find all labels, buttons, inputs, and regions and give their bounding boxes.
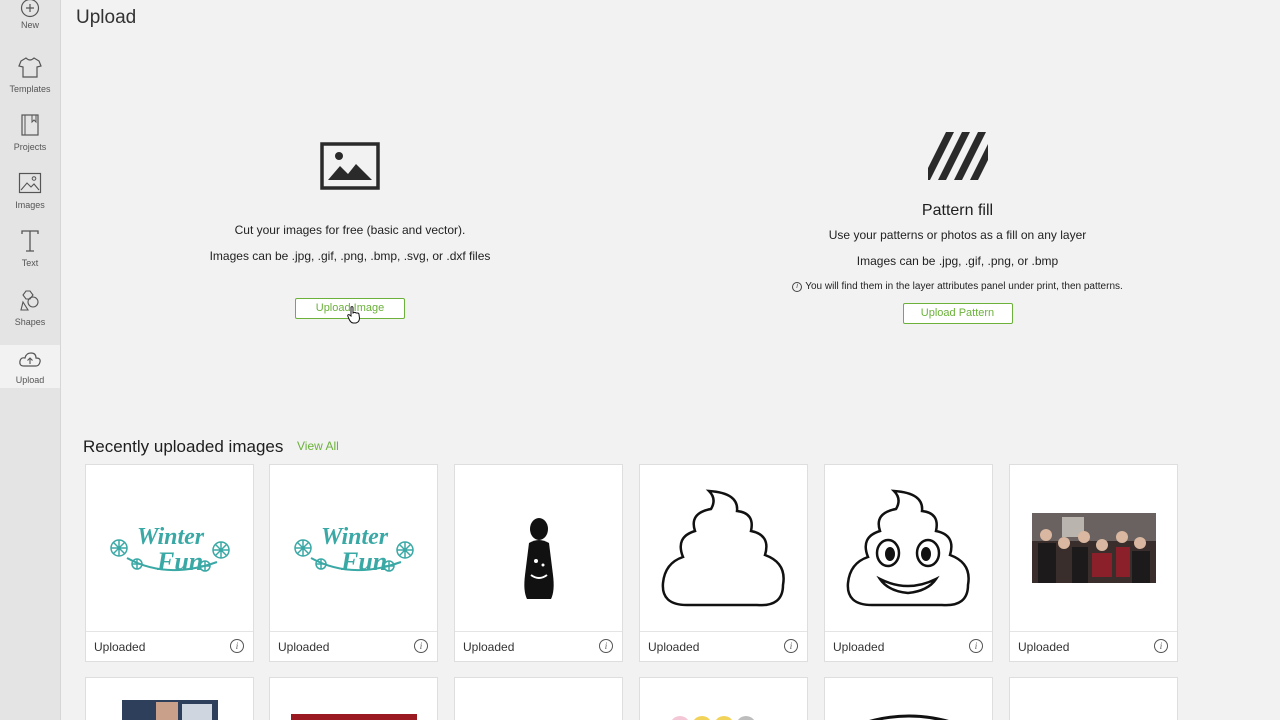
pattern-fill-section: Pattern fill Use your patterns or photos… (770, 132, 1145, 324)
shapes-icon (17, 287, 43, 313)
uploaded-image-card[interactable]: Uploaded i (454, 464, 623, 662)
sidebar-item-templates[interactable]: Templates (0, 52, 60, 108)
image-thumbnail-photo (291, 714, 417, 720)
sidebar: New Templates Projects Images Text Shape… (0, 0, 61, 720)
card-status: Uploaded (648, 640, 700, 654)
card-footer: Uploaded i (825, 631, 992, 661)
sidebar-item-label: New (20, 20, 39, 30)
image-thumbnail-winter-fun: Winter Fun (270, 465, 437, 631)
image-thumbnail-woman-silhouette (455, 465, 622, 631)
pattern-formats: Images can be .jpg, .gif, .png, or .bmp (856, 254, 1059, 268)
svg-text:Fun: Fun (340, 547, 387, 576)
card-status: Uploaded (94, 640, 146, 654)
card-footer: Uploaded i (270, 631, 437, 661)
uploaded-image-card[interactable] (824, 677, 993, 720)
upload-image-description: Cut your images for free (basic and vect… (234, 223, 466, 237)
uploaded-image-card[interactable]: Winter Fun Uploaded i (85, 464, 254, 662)
text-icon (17, 228, 43, 254)
image-thumbnail-poop-emoji (825, 465, 992, 631)
card-footer: Uploaded i (455, 631, 622, 661)
card-status: Uploaded (463, 640, 515, 654)
pattern-description: Use your patterns or photos as a fill on… (828, 228, 1087, 242)
plus-circle-icon (17, 0, 43, 21)
image-icon (17, 170, 43, 196)
pattern-stripes-icon (927, 132, 988, 180)
tshirt-icon (17, 54, 43, 80)
sidebar-item-images[interactable]: Images (0, 168, 60, 224)
cloud-upload-icon (17, 347, 43, 373)
info-icon[interactable]: i (599, 639, 613, 653)
uploaded-image-card[interactable]: Uploaded i (824, 464, 993, 662)
view-all-link[interactable]: View All (297, 439, 339, 453)
image-thumbnail-poop-outline (640, 465, 807, 631)
upload-image-formats: Images can be .jpg, .gif, .png, .bmp, .s… (209, 249, 491, 263)
image-thumbnail-photo (122, 700, 218, 720)
image-thumbnail-outline (869, 714, 949, 720)
hand-cursor-icon (347, 306, 361, 324)
sidebar-item-projects[interactable]: Projects (0, 110, 60, 166)
sidebar-item-label: Images (15, 200, 45, 210)
sidebar-item-text[interactable]: Text (0, 226, 60, 282)
sidebar-item-shapes[interactable]: Shapes (0, 285, 60, 341)
image-icon (320, 142, 380, 190)
card-footer: Uploaded i (1010, 631, 1177, 661)
uploaded-image-card[interactable] (639, 677, 808, 720)
pattern-fill-title: Pattern fill (921, 202, 994, 219)
info-icon[interactable]: i (1154, 639, 1168, 653)
uploaded-image-card[interactable]: Uploaded i (639, 464, 808, 662)
page-title: Upload (76, 7, 137, 28)
image-thumbnail-emojis (672, 716, 754, 720)
sidebar-item-new[interactable]: New (0, 0, 60, 56)
card-footer: Uploaded i (86, 631, 253, 661)
sidebar-item-label: Upload (15, 375, 45, 385)
info-icon[interactable]: i (969, 639, 983, 653)
upload-image-section: Cut your images for free (basic and vect… (190, 140, 510, 319)
recent-uploads-title: Recently uploaded images (83, 437, 284, 456)
card-status: Uploaded (1018, 640, 1070, 654)
sidebar-item-label: Projects (13, 142, 47, 152)
sidebar-item-label: Shapes (14, 317, 46, 327)
info-icon[interactable]: i (784, 639, 798, 653)
uploaded-image-card[interactable]: Uploaded i (1009, 464, 1178, 662)
uploaded-image-card[interactable] (1009, 677, 1178, 720)
image-thumbnail-group-photo (1010, 465, 1177, 631)
card-status: Uploaded (833, 640, 885, 654)
info-icon: i (792, 281, 803, 292)
svg-text:Fun: Fun (156, 547, 203, 576)
uploaded-image-card[interactable] (454, 677, 623, 720)
pattern-note: i You will find them in the layer attrib… (770, 281, 1145, 292)
pattern-note-text: You will find them in the layer attribut… (805, 281, 1123, 292)
image-thumbnail-winter-fun: Winter Fun (86, 465, 253, 631)
info-icon[interactable]: i (414, 639, 428, 653)
upload-pattern-button[interactable]: Upload Pattern (902, 303, 1013, 324)
info-icon[interactable]: i (230, 639, 244, 653)
sidebar-item-label: Text (21, 258, 39, 268)
uploaded-image-card[interactable] (269, 677, 438, 720)
sidebar-item-label: Templates (9, 84, 51, 94)
sidebar-item-upload[interactable]: Upload (0, 345, 60, 388)
book-icon (17, 112, 43, 138)
uploaded-image-card[interactable]: Winter Fun Uploaded i (269, 464, 438, 662)
card-status: Uploaded (278, 640, 330, 654)
card-footer: Uploaded i (640, 631, 807, 661)
uploaded-image-card[interactable] (85, 677, 254, 720)
